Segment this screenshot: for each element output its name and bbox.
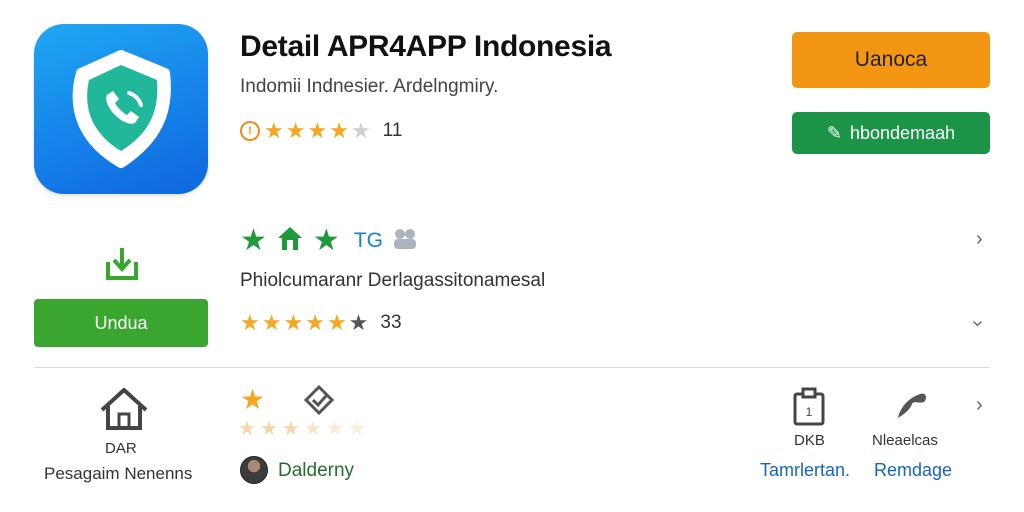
home-label-short: DAR (105, 440, 137, 457)
star-icon: ★ (264, 118, 284, 143)
tag-label: TG (353, 228, 383, 252)
app-subtitle: Indomii Indnesier. Ardelngmiry. (240, 76, 499, 97)
star-icon: ★ (261, 310, 282, 335)
star-icon: ★ (259, 418, 278, 440)
rating-count: 11 (382, 120, 403, 141)
app-icon (34, 24, 208, 194)
download-button[interactable]: Undua (34, 299, 208, 347)
star-icon: ★ (238, 418, 256, 440)
star-icon: ★ (326, 310, 347, 335)
green-star-icon: ★ (240, 223, 267, 257)
tool-icon[interactable] (892, 384, 932, 429)
star-icon: ★ (285, 118, 306, 143)
star-icon: ★ (240, 384, 266, 415)
download-icon (104, 244, 140, 287)
page-title: Detail APR4APP Indonesia (240, 30, 612, 63)
star-icon: ★ (329, 118, 349, 143)
green-star-icon: ★ (312, 223, 340, 257)
star-empty-icon: ★ (350, 118, 371, 143)
star-icon: ★ (307, 118, 328, 143)
home-icon[interactable] (98, 386, 150, 437)
secondary-action-button[interactable]: ✎ hbondemaah (792, 112, 990, 154)
developer-avatar (240, 456, 268, 484)
edit-pencil-icon: ✎ (826, 122, 842, 143)
feature-description: Phiolcumaranr Derlagassitonamesal (240, 270, 546, 291)
star-icon: ★ (305, 310, 325, 335)
section-divider (34, 367, 990, 368)
secondary-action-label: hbondemaah (850, 122, 956, 143)
link-terms[interactable]: Tamrlertan. (760, 460, 850, 481)
chevron-right-icon[interactable]: › (976, 228, 983, 251)
rating-badge-icon: ! (240, 121, 260, 141)
primary-action-button[interactable]: Uanoca (792, 32, 990, 88)
item1-label: DKB (794, 432, 825, 449)
star-icon: ★ (281, 418, 300, 440)
star-icon: ★ (303, 418, 322, 440)
chevron-right-icon[interactable]: › (976, 394, 983, 417)
star-icon: ★ (347, 418, 366, 440)
faded-rating: ★ ★ ★ ★ ★ ★ (238, 418, 366, 440)
star-icon: ★ (325, 418, 344, 440)
clipboard-icon[interactable]: 1 (790, 386, 828, 431)
home-badge-icon (275, 224, 305, 257)
star-icon: ★ (283, 310, 304, 335)
shield-phone-icon (72, 50, 171, 168)
star-icon: ★ (348, 310, 369, 335)
feature-rating-count: 33 (380, 312, 402, 333)
star-icon: ★ (240, 310, 260, 335)
users-icon (391, 226, 419, 255)
home-label: Pesagaim Nenenns (44, 464, 193, 483)
link-page[interactable]: Remdage (874, 460, 952, 481)
badge-row: ★ ★ TG (240, 224, 419, 257)
developer-name[interactable]: Dalderny (278, 460, 354, 482)
svg-text:1: 1 (806, 405, 813, 419)
item2-label: Nleaelcas (872, 432, 938, 449)
app-rating: ! ★ ★ ★ ★ ★ 11 (240, 120, 402, 142)
feature-rating: ★ ★ ★ ★ ★ ★ 33 (240, 312, 402, 334)
verified-badge-icon (302, 384, 336, 421)
chevron-down-icon[interactable]: › (966, 320, 989, 327)
